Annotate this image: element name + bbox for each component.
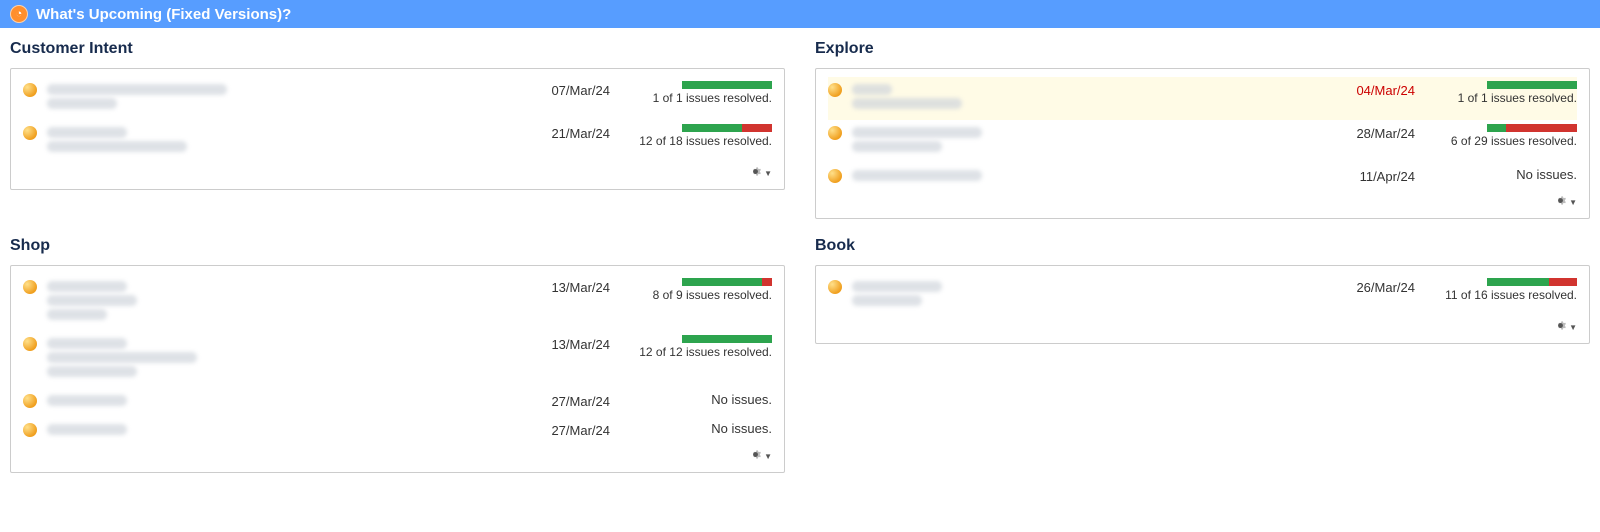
- panel-title: Shop: [10, 237, 785, 255]
- gear-icon: [1554, 319, 1567, 335]
- panel-settings-menu[interactable]: ▼: [749, 448, 772, 464]
- caret-down-icon: ▼: [1569, 323, 1577, 332]
- version-row[interactable]: 27/Mar/24 No issues.: [23, 388, 772, 417]
- panel-settings-menu[interactable]: ▼: [749, 165, 772, 181]
- status-text: No issues.: [1427, 167, 1577, 182]
- version-date: 28/Mar/24: [1295, 124, 1415, 141]
- version-progress: 1 of 1 issues resolved.: [622, 81, 772, 105]
- progress-bar: [1487, 278, 1577, 286]
- gear-icon: [749, 448, 762, 464]
- version-date: 26/Mar/24: [1295, 278, 1415, 295]
- version-date: 11/Apr/24: [1295, 167, 1415, 184]
- version-name-area: [47, 335, 490, 380]
- version-name-area: [47, 392, 490, 409]
- version-icon: [828, 280, 842, 294]
- panel-settings-menu[interactable]: ▼: [1554, 194, 1577, 210]
- version-name-area: [47, 124, 490, 155]
- version-icon: [828, 126, 842, 140]
- status-text: No issues.: [622, 392, 772, 407]
- version-icon: [23, 423, 37, 437]
- status-text: 1 of 1 issues resolved.: [1427, 91, 1577, 105]
- version-progress: No issues.: [1427, 167, 1577, 182]
- version-icon: [23, 280, 37, 294]
- version-progress: No issues.: [622, 421, 772, 436]
- panel-title: Book: [815, 237, 1590, 255]
- progress-bar: [682, 124, 772, 132]
- gear-icon: [749, 165, 762, 181]
- status-text: 6 of 29 issues resolved.: [1427, 134, 1577, 148]
- version-progress: 11 of 16 issues resolved.: [1427, 278, 1577, 302]
- version-progress: 12 of 12 issues resolved.: [622, 335, 772, 359]
- version-date: 07/Mar/24: [490, 81, 610, 98]
- panel-title: Customer Intent: [10, 40, 785, 58]
- version-progress: 12 of 18 issues resolved.: [622, 124, 772, 148]
- version-date: 27/Mar/24: [490, 421, 610, 438]
- widget-header: ◔ What's Upcoming (Fixed Versions)?: [0, 0, 1600, 28]
- version-name-area: [852, 81, 1295, 112]
- gear-icon: [1554, 194, 1567, 210]
- version-name-area: [47, 278, 490, 323]
- status-text: 1 of 1 issues resolved.: [622, 91, 772, 105]
- progress-bar: [1487, 81, 1577, 89]
- panel-title: Explore: [815, 40, 1590, 58]
- panel-book: Book 26/Mar/24 11 of 16 issues resolved. ▼: [815, 237, 1590, 473]
- version-row[interactable]: 13/Mar/24 8 of 9 issues resolved.: [23, 274, 772, 331]
- caret-down-icon: ▼: [764, 169, 772, 178]
- caret-down-icon: ▼: [1569, 198, 1577, 207]
- progress-bar: [682, 335, 772, 343]
- status-text: 8 of 9 issues resolved.: [622, 288, 772, 302]
- version-name-area: [47, 421, 490, 438]
- panel-explore: Explore 04/Mar/24 1 of 1 issues resolved. 2…: [815, 40, 1590, 219]
- panel-settings-menu[interactable]: ▼: [1554, 319, 1577, 335]
- status-text: 12 of 12 issues resolved.: [622, 345, 772, 359]
- panel-box: 13/Mar/248 of 9 issues resolved.13/Mar/2…: [10, 265, 785, 473]
- version-date: 13/Mar/24: [490, 278, 610, 295]
- version-icon: [828, 83, 842, 97]
- version-row[interactable]: 27/Mar/24 No issues.: [23, 417, 772, 446]
- version-row[interactable]: 21/Mar/24 12 of 18 issues resolved.: [23, 120, 772, 163]
- status-text: 11 of 16 issues resolved.: [1427, 288, 1577, 302]
- status-text: No issues.: [622, 421, 772, 436]
- version-date: 27/Mar/24: [490, 392, 610, 409]
- version-icon: [23, 126, 37, 140]
- version-row[interactable]: 07/Mar/24 1 of 1 issues resolved.: [23, 77, 772, 120]
- version-row[interactable]: 28/Mar/24 6 of 29 issues resolved.: [828, 120, 1577, 163]
- version-name-area: [852, 124, 1295, 155]
- panel-customer_intent: Customer Intent 07/Mar/24 1 of 1 issues re…: [10, 40, 785, 219]
- version-row[interactable]: 04/Mar/24 1 of 1 issues resolved.: [828, 77, 1577, 120]
- version-icon: [828, 169, 842, 183]
- version-icon: [23, 394, 37, 408]
- panel-box: 07/Mar/24 1 of 1 issues resolved. 21/Mar/2…: [10, 68, 785, 190]
- version-icon: [23, 337, 37, 351]
- version-date: 21/Mar/24: [490, 124, 610, 141]
- version-progress: 6 of 29 issues resolved.: [1427, 124, 1577, 148]
- panel-box: 26/Mar/24 11 of 16 issues resolved. ▼: [815, 265, 1590, 344]
- panel-shop: Shop13/Mar/248 of 9 issues resolved.13/M…: [10, 237, 785, 473]
- panel-box: 04/Mar/24 1 of 1 issues resolved. 28/Mar/2…: [815, 68, 1590, 219]
- version-row[interactable]: 26/Mar/24 11 of 16 issues resolved.: [828, 274, 1577, 317]
- version-row[interactable]: 13/Mar/24 12 of 12 issues resolved.: [23, 331, 772, 388]
- version-progress: 1 of 1 issues resolved.: [1427, 81, 1577, 105]
- version-progress: No issues.: [622, 392, 772, 407]
- version-date: 13/Mar/24: [490, 335, 610, 352]
- version-name-area: [47, 81, 490, 112]
- version-icon: [23, 83, 37, 97]
- version-name-area: [852, 167, 1295, 184]
- version-date: 04/Mar/24: [1295, 81, 1415, 98]
- status-text: 12 of 18 issues resolved.: [622, 134, 772, 148]
- widget-icon: ◔: [10, 5, 28, 23]
- version-name-area: [852, 278, 1295, 309]
- caret-down-icon: ▼: [764, 452, 772, 461]
- progress-bar: [1487, 124, 1577, 132]
- version-row[interactable]: 11/Apr/24 No issues.: [828, 163, 1577, 192]
- progress-bar: [682, 278, 772, 286]
- version-progress: 8 of 9 issues resolved.: [622, 278, 772, 302]
- progress-bar: [682, 81, 772, 89]
- widget-title: What's Upcoming (Fixed Versions)?: [36, 6, 291, 23]
